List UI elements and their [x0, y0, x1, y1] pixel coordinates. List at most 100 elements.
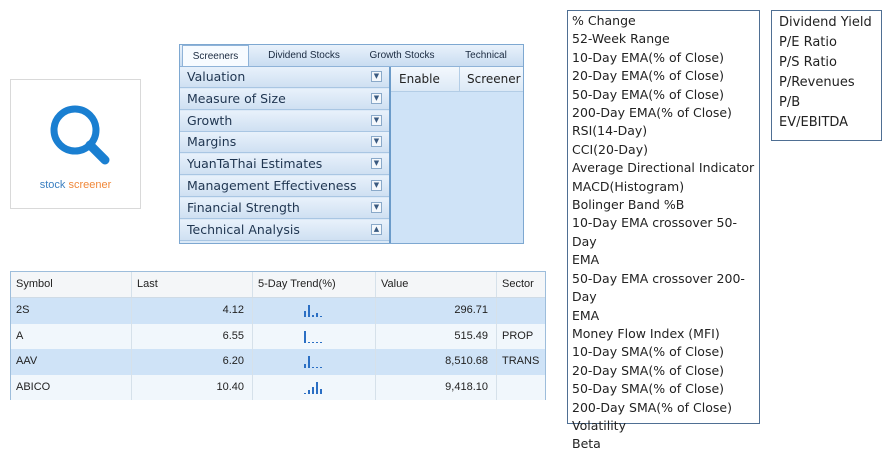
technical-indicators-list: % Change 52-Week Range 10-Day EMA(% of C… — [567, 10, 760, 451]
chevron-down-icon[interactable]: ▼ — [371, 92, 382, 104]
selected-screeners-panel: Enable Screener — [391, 67, 523, 243]
cell-value: 9,418.10 — [376, 374, 497, 400]
list-item[interactable]: P/S Ratio — [779, 53, 881, 73]
list-item[interactable]: Average Directional Indicator — [572, 159, 759, 177]
accordion-label: Measure of Size — [187, 90, 286, 106]
accordion-label: Technical Analysis — [187, 221, 300, 237]
accordion-label: Valuation — [187, 69, 246, 84]
cell-last: 6.55 — [132, 323, 253, 349]
list-item[interactable]: EMA — [572, 307, 759, 325]
table-row[interactable]: 2S 4.12 296.71 — [11, 298, 545, 324]
cell-last: 4.12 — [132, 298, 253, 324]
list-item[interactable]: 52-Week Range — [572, 30, 759, 48]
list-item[interactable]: Beta — [572, 435, 759, 453]
stock-screener-logo[interactable]: stock screener — [10, 79, 141, 209]
trend-bar — [308, 356, 310, 368]
accordion-item-margins[interactable]: Margins ▼ — [180, 132, 389, 154]
cell-value: 515.49 — [376, 323, 497, 349]
cell-value: 296.71 — [376, 298, 497, 324]
chevron-down-icon[interactable]: ▼ — [371, 179, 382, 191]
chevron-down-icon[interactable]: ▼ — [371, 201, 382, 213]
trend-bar — [320, 388, 322, 394]
column-divider — [459, 67, 460, 91]
table-row[interactable]: AAV 6.20 8,510.68 TRANS — [11, 349, 545, 375]
accordion-label: Management Effectiveness — [187, 177, 357, 193]
trend-bar — [304, 364, 306, 368]
list-item[interactable]: Dividend Yield — [779, 13, 881, 33]
tab-growth-stocks[interactable]: Growth Stocks — [358, 45, 446, 66]
column-header-enable: Enable — [399, 72, 440, 86]
table-header-row: Symbol Last 5-Day Trend(%) Value Sector — [11, 272, 545, 298]
chevron-down-icon[interactable]: ▼ — [371, 136, 382, 148]
trend-bar — [312, 315, 314, 317]
trend-bar — [316, 341, 318, 343]
chevron-down-icon[interactable]: ▼ — [371, 158, 382, 170]
logo-wordmark: stock screener — [11, 179, 140, 191]
list-item[interactable]: P/Revenues — [779, 73, 881, 93]
accordion-item-technical-analysis[interactable]: Technical Analysis ▲ — [180, 219, 389, 241]
screener-widget: Screeners Dividend Stocks Growth Stocks … — [179, 44, 524, 244]
trend-bar — [308, 389, 310, 394]
list-item[interactable]: P/B — [779, 93, 881, 113]
screener-tab-bar: Screeners Dividend Stocks Growth Stocks … — [180, 45, 523, 67]
list-item[interactable]: 50-Day SMA(% of Close) — [572, 380, 759, 398]
stock-results-table: Symbol Last 5-Day Trend(%) Value Sector … — [10, 271, 546, 400]
trend-bar — [304, 330, 306, 343]
list-item[interactable]: Bolinger Band %B — [572, 196, 759, 214]
chevron-down-icon[interactable]: ▼ — [371, 71, 382, 82]
accordion-item-financial-strength[interactable]: Financial Strength ▼ — [180, 197, 389, 219]
accordion-item-measure-of-size[interactable]: Measure of Size ▼ — [180, 88, 389, 110]
column-header-symbol[interactable]: Symbol — [11, 272, 132, 297]
trend-bar — [304, 311, 306, 317]
list-item[interactable]: EMA — [572, 251, 759, 269]
chevron-up-icon[interactable]: ▲ — [371, 223, 382, 235]
trend-bar — [320, 367, 322, 368]
accordion-label: YuanTaThai Estimates — [187, 156, 323, 172]
list-item[interactable]: 10-Day EMA(% of Close) — [572, 49, 759, 67]
list-item[interactable]: Money Flow Index (MFI) — [572, 325, 759, 343]
cell-trend — [253, 323, 376, 349]
list-item[interactable]: 20-Day EMA(% of Close) — [572, 67, 759, 85]
accordion-item-valuation[interactable]: Valuation ▼ — [180, 67, 389, 88]
cell-last: 6.20 — [132, 349, 253, 375]
table-row[interactable]: A 6.55 515.49 PROP — [11, 323, 545, 349]
column-header-last[interactable]: Last — [132, 272, 253, 297]
list-item[interactable]: 200-Day SMA(% of Close) — [572, 399, 759, 417]
trend-bar — [320, 316, 322, 317]
accordion-item-management-effectiveness[interactable]: Management Effectiveness ▼ — [180, 175, 389, 197]
list-item[interactable]: 50-Day EMA(% of Close) — [572, 86, 759, 104]
table-row[interactable]: ABICO 10.40 9,418.10 — [11, 374, 545, 400]
list-item[interactable]: RSI(14-Day) — [572, 122, 759, 140]
column-header-value[interactable]: Value — [376, 272, 497, 297]
list-item[interactable]: 10-Day SMA(% of Close) — [572, 343, 759, 361]
column-header-sector[interactable]: Sector — [497, 272, 545, 297]
list-item[interactable]: 200-Day EMA(% of Close) — [572, 104, 759, 122]
list-item[interactable]: Volatility — [572, 417, 759, 435]
accordion-item-yuantathai-estimates[interactable]: YuanTaThai Estimates ▼ — [180, 154, 389, 176]
cell-trend — [253, 349, 376, 375]
tab-screeners[interactable]: Screeners — [182, 45, 249, 66]
trend-sparkline — [304, 305, 322, 317]
list-item[interactable]: 50-Day EMA crossover 200-Day — [572, 270, 759, 307]
cell-trend — [253, 374, 376, 400]
logo-word-screener: screener — [68, 179, 112, 191]
list-item[interactable]: MACD(Histogram) — [572, 178, 759, 196]
selected-screeners-header: Enable Screener — [391, 67, 523, 92]
column-header-screener: Screener — [467, 72, 521, 86]
cell-trend — [253, 298, 376, 324]
tab-technical[interactable]: Technical — [452, 45, 520, 66]
list-item[interactable]: EV/EBITDA — [779, 113, 881, 133]
trend-bar — [304, 392, 306, 394]
accordion-item-growth[interactable]: Growth ▼ — [180, 110, 389, 132]
cell-symbol: ABICO — [11, 374, 132, 400]
trend-bar — [312, 367, 314, 368]
list-item[interactable]: 10-Day EMA crossover 50-Day — [572, 214, 759, 251]
chevron-down-icon[interactable]: ▼ — [371, 114, 382, 126]
column-header-5day-trend[interactable]: 5-Day Trend(%) — [253, 272, 376, 297]
list-item[interactable]: % Change — [572, 12, 759, 30]
tab-dividend-stocks[interactable]: Dividend Stocks — [254, 45, 354, 66]
list-item[interactable]: CCI(20-Day) — [572, 141, 759, 159]
list-item[interactable]: P/E Ratio — [779, 33, 881, 53]
list-item[interactable]: 20-Day SMA(% of Close) — [572, 362, 759, 380]
accordion-label: Financial Strength — [187, 199, 300, 215]
